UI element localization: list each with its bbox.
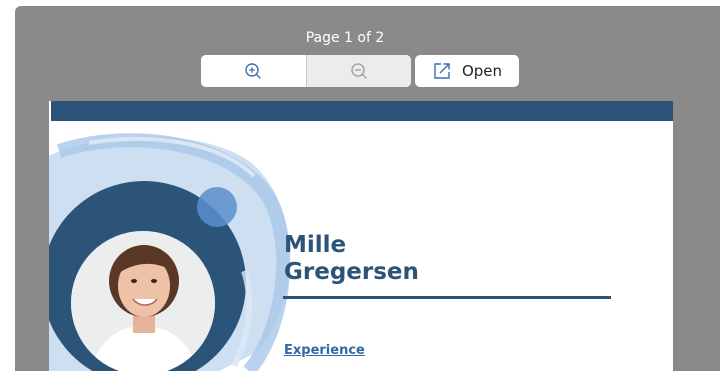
external-link-icon [434, 63, 450, 79]
document-page[interactable]: Mille Gregersen Experience [49, 101, 673, 371]
section-heading-experience[interactable]: Experience [284, 343, 365, 358]
name-divider [283, 296, 611, 299]
zoom-in-button[interactable] [201, 55, 306, 87]
zoom-controls [201, 55, 411, 87]
zoom-out-button[interactable] [305, 55, 411, 87]
candidate-first-name: Mille [284, 232, 347, 258]
candidate-last-name: Gregersen [284, 259, 419, 285]
resume-header-banner [51, 101, 673, 121]
candidate-name: Mille Gregersen [284, 232, 419, 286]
open-button[interactable]: Open [415, 55, 519, 87]
open-button-label: Open [461, 62, 503, 80]
page-indicator: Page 1 of 2 [305, 30, 385, 46]
zoom-in-icon [245, 63, 261, 79]
zoom-out-icon [351, 63, 367, 79]
profile-photo-graphic [49, 133, 291, 371]
